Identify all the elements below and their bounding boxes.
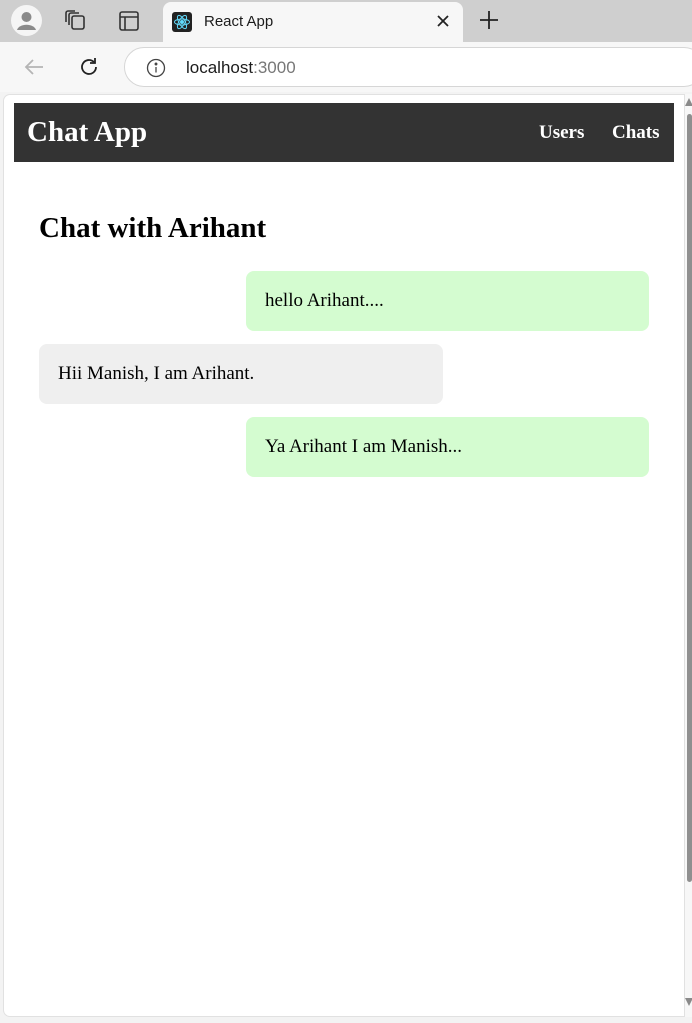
vertical-scrollbar[interactable] bbox=[685, 94, 692, 1017]
tab-strip: React App bbox=[0, 0, 692, 42]
browser-tab[interactable]: React App bbox=[163, 2, 463, 42]
close-icon[interactable] bbox=[433, 11, 453, 31]
scroll-down-arrow-icon[interactable] bbox=[685, 998, 692, 1006]
react-icon bbox=[172, 12, 192, 32]
url-port: :3000 bbox=[253, 58, 296, 77]
reload-icon[interactable] bbox=[77, 55, 101, 79]
plus-icon[interactable] bbox=[478, 9, 500, 31]
app-title: Chat App bbox=[27, 116, 148, 148]
nav-link-chats[interactable]: Chats bbox=[612, 122, 660, 144]
tab-title: React App bbox=[204, 13, 274, 30]
message-sent: hello Arihant.... bbox=[246, 271, 649, 331]
browser-toolbar: localhost:3000 bbox=[0, 42, 692, 92]
message-sent: Ya Arihant I am Manish... bbox=[246, 417, 649, 477]
page-viewport: Chat App Users Chats Chat with Arihant h… bbox=[3, 94, 685, 1017]
scrollbar-thumb[interactable] bbox=[687, 114, 692, 882]
address-bar[interactable]: localhost:3000 bbox=[124, 47, 692, 87]
window-bottom-edge bbox=[0, 1017, 692, 1023]
profile-icon[interactable] bbox=[11, 5, 42, 36]
url-text: localhost:3000 bbox=[186, 58, 296, 78]
workspaces-icon[interactable] bbox=[64, 9, 88, 33]
chat-heading: Chat with Arihant bbox=[39, 212, 267, 244]
back-arrow-icon[interactable] bbox=[22, 55, 46, 79]
nav-link-users[interactable]: Users bbox=[539, 122, 584, 144]
info-icon[interactable] bbox=[146, 58, 166, 78]
message-received: Hii Manish, I am Arihant. bbox=[39, 344, 443, 404]
scroll-up-arrow-icon[interactable] bbox=[685, 98, 692, 106]
app-header: Chat App Users Chats bbox=[14, 103, 674, 162]
url-host: localhost bbox=[186, 58, 254, 77]
tab-actions-icon[interactable] bbox=[117, 9, 141, 33]
